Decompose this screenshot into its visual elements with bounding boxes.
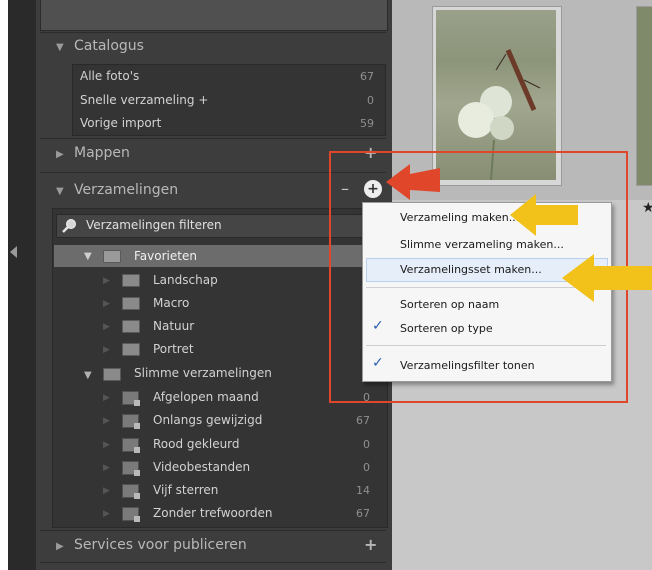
smart-collection-label[interactable]: Onlangs gewijzigd — [153, 413, 262, 427]
smart-folder-icon — [122, 507, 140, 522]
triangle-collapse-icon[interactable]: ▶ — [103, 486, 110, 496]
collection-item-label[interactable]: Portret — [153, 342, 194, 356]
triangle-collapse-icon[interactable]: ▶ — [103, 276, 110, 286]
section-header-collections[interactable]: Verzamelingen — [74, 182, 178, 198]
folder-icon — [122, 320, 140, 333]
triangle-collapse-icon[interactable]: ▶ — [103, 416, 110, 426]
smart-folder-icon — [122, 484, 140, 499]
catalog-item-label[interactable]: Alle foto's — [80, 69, 139, 83]
collection-set-icon — [103, 368, 121, 381]
navigator-preview — [40, 0, 388, 31]
triangle-expand-icon[interactable]: ▼ — [84, 370, 92, 381]
section-divider — [40, 32, 386, 33]
smart-collection-label[interactable]: Videobestanden — [153, 460, 250, 474]
smart-collection-label[interactable]: Zonder trefwoorden — [153, 506, 273, 520]
star-rating: ★ — [642, 200, 652, 216]
smart-collection-count: 67 — [356, 507, 370, 520]
left-panel-collapse-strip[interactable] — [8, 0, 38, 570]
triangle-expand-icon[interactable]: ▼ — [84, 251, 92, 262]
search-icon — [62, 219, 76, 233]
catalog-item-count: 0 — [367, 94, 374, 107]
collection-filter-label[interactable]: Verzamelingen filteren — [86, 218, 222, 232]
triangle-expand-icon[interactable]: ▼ — [56, 186, 64, 197]
section-divider — [40, 138, 386, 139]
collection-set-label[interactable]: Favorieten — [134, 249, 197, 263]
arrow-annotation-icon — [562, 254, 652, 302]
section-divider — [40, 562, 386, 563]
folder-icon — [122, 297, 140, 310]
smart-folder-icon — [122, 414, 140, 429]
triangle-collapse-icon[interactable]: ▶ — [103, 463, 110, 473]
arrow-annotation-icon — [386, 164, 440, 200]
add-publish-service-button[interactable]: + — [364, 535, 377, 554]
collection-set-label[interactable]: Slimme verzamelingen — [134, 366, 272, 380]
triangle-expand-icon[interactable]: ▼ — [56, 42, 64, 53]
smart-collection-count: 67 — [356, 414, 370, 427]
smart-folder-icon — [122, 461, 140, 476]
triangle-collapse-icon[interactable]: ▶ — [56, 541, 64, 552]
smart-collection-count: 0 — [363, 438, 370, 451]
folder-icon — [122, 274, 140, 287]
thumbnail-frame[interactable] — [636, 6, 652, 186]
triangle-collapse-icon[interactable]: ▶ — [103, 299, 110, 309]
section-divider — [40, 530, 386, 531]
folder-icon — [122, 343, 140, 356]
catalog-item-count: 59 — [360, 117, 374, 130]
smart-collection-count: 0 — [363, 461, 370, 474]
arrow-annotation-icon — [510, 194, 578, 236]
triangle-collapse-icon[interactable]: ▶ — [103, 345, 110, 355]
section-header-publish-services[interactable]: Services voor publiceren — [74, 537, 247, 553]
catalog-item-label[interactable]: Vorige import — [80, 116, 161, 130]
triangle-collapse-icon[interactable]: ▶ — [103, 509, 110, 519]
catalog-item-count: 67 — [360, 70, 374, 83]
section-header-folders[interactable]: Mappen — [74, 145, 130, 161]
triangle-collapse-icon[interactable]: ▶ — [56, 149, 64, 160]
smart-collection-label[interactable]: Rood gekleurd — [153, 437, 240, 451]
collection-set-icon — [103, 250, 121, 263]
collection-item-label[interactable]: Natuur — [153, 319, 194, 333]
triangle-collapse-icon[interactable]: ▶ — [103, 393, 110, 403]
collection-item-label[interactable]: Landschap — [153, 273, 218, 287]
smart-collection-label[interactable]: Afgelopen maand — [153, 390, 259, 404]
collapse-arrow-icon[interactable] — [10, 246, 17, 258]
smart-collection-count: 14 — [356, 484, 370, 497]
smart-folder-icon — [122, 391, 140, 406]
catalog-item-label[interactable]: Snelle verzameling + — [80, 93, 208, 107]
triangle-collapse-icon[interactable]: ▶ — [103, 440, 110, 450]
triangle-collapse-icon[interactable]: ▶ — [103, 322, 110, 332]
collection-item-label[interactable]: Macro — [153, 296, 189, 310]
smart-collection-label[interactable]: Vijf sterren — [153, 483, 218, 497]
smart-folder-icon — [122, 438, 140, 453]
section-header-catalog[interactable]: Catalogus — [74, 38, 144, 54]
